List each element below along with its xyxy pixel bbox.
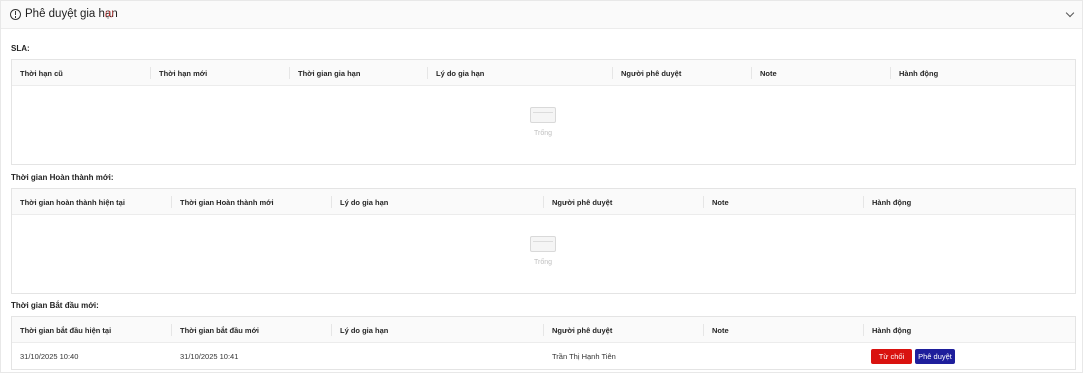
completion-table-header: Thời gian hoàn thành hiện tại Thời gian … — [12, 189, 1075, 215]
column-header: Lý do gia hạn — [340, 326, 389, 335]
sla-table: Thời hạn cũ Thời hạn mới Thời gian gia h… — [11, 59, 1076, 165]
start-table-header: Thời gian bắt đầu hiện tại Thời gian bắt… — [12, 317, 1075, 343]
completion-table: Thời gian hoàn thành hiện tại Thời gian … — [11, 188, 1076, 294]
column-header: Hành động — [872, 198, 912, 207]
current-start-time: 31/10/2025 10:40 — [20, 352, 79, 361]
column-header: Lý do gia hạn — [436, 69, 485, 78]
start-table: Thời gian bắt đầu hiện tại Thời gian bắt… — [11, 316, 1076, 370]
empty-text: Trống — [533, 130, 553, 137]
column-separator — [543, 324, 544, 336]
column-separator — [751, 67, 752, 79]
column-header: Note — [712, 326, 729, 335]
column-separator — [331, 196, 332, 208]
column-header: Thời gian bắt đầu hiện tại — [20, 326, 112, 335]
column-separator — [863, 196, 864, 208]
column-separator — [543, 196, 544, 208]
reject-button[interactable]: Từ chối — [871, 349, 912, 364]
approve-button[interactable]: Phê duyệt — [915, 349, 955, 364]
column-separator — [612, 67, 613, 79]
new-start-time: 31/10/2025 10:41 — [180, 352, 239, 361]
column-separator — [863, 324, 864, 336]
approval-panel: Phê duyệt gia hạn (1) SLA: Thời hạn cũ T… — [0, 0, 1083, 373]
pending-count-badge: (1) — [105, 11, 114, 18]
empty-inbox-icon — [530, 107, 556, 123]
approver-name: Trần Thị Hạnh Tiên — [552, 352, 616, 361]
column-header: Note — [712, 198, 729, 207]
column-separator — [703, 324, 704, 336]
column-header: Người phê duyệt — [552, 326, 613, 335]
sla-table-header: Thời hạn cũ Thời hạn mới Thời gian gia h… — [12, 60, 1075, 86]
column-header: Hành động — [872, 326, 912, 335]
column-header: Lý do gia hạn — [340, 198, 389, 207]
column-separator — [171, 324, 172, 336]
panel-header[interactable]: Phê duyệt gia hạn (1) — [1, 1, 1082, 29]
column-separator — [171, 196, 172, 208]
column-header: Thời gian bắt đầu mới — [180, 326, 259, 335]
column-header: Note — [760, 69, 777, 78]
panel-title: Phê duyệt gia hạn — [25, 8, 118, 20]
sla-section-label: SLA: — [11, 44, 30, 53]
column-header: Thời gian gia hạn — [298, 69, 361, 78]
exclamation-circle-icon — [10, 9, 21, 20]
start-section-label: Thời gian Bắt đầu mới: — [11, 301, 99, 310]
column-header: Thời hạn mới — [159, 69, 208, 78]
column-header: Thời hạn cũ — [20, 69, 63, 78]
chevron-down-icon[interactable] — [1065, 8, 1075, 18]
column-separator — [427, 67, 428, 79]
column-separator — [150, 67, 151, 79]
column-separator — [289, 67, 290, 79]
column-header: Người phê duyệt — [552, 198, 613, 207]
column-separator — [890, 67, 891, 79]
column-header: Người phê duyệt — [621, 69, 682, 78]
empty-text: Trống — [533, 259, 553, 266]
column-header: Thời gian hoàn thành hiện tại — [20, 198, 125, 207]
column-separator — [331, 324, 332, 336]
completion-section-label: Thời gian Hoàn thành mới: — [11, 173, 114, 182]
empty-inbox-icon — [530, 236, 556, 252]
column-separator — [703, 196, 704, 208]
column-header: Hành động — [899, 69, 939, 78]
column-header: Thời gian Hoàn thành mới — [180, 198, 274, 207]
